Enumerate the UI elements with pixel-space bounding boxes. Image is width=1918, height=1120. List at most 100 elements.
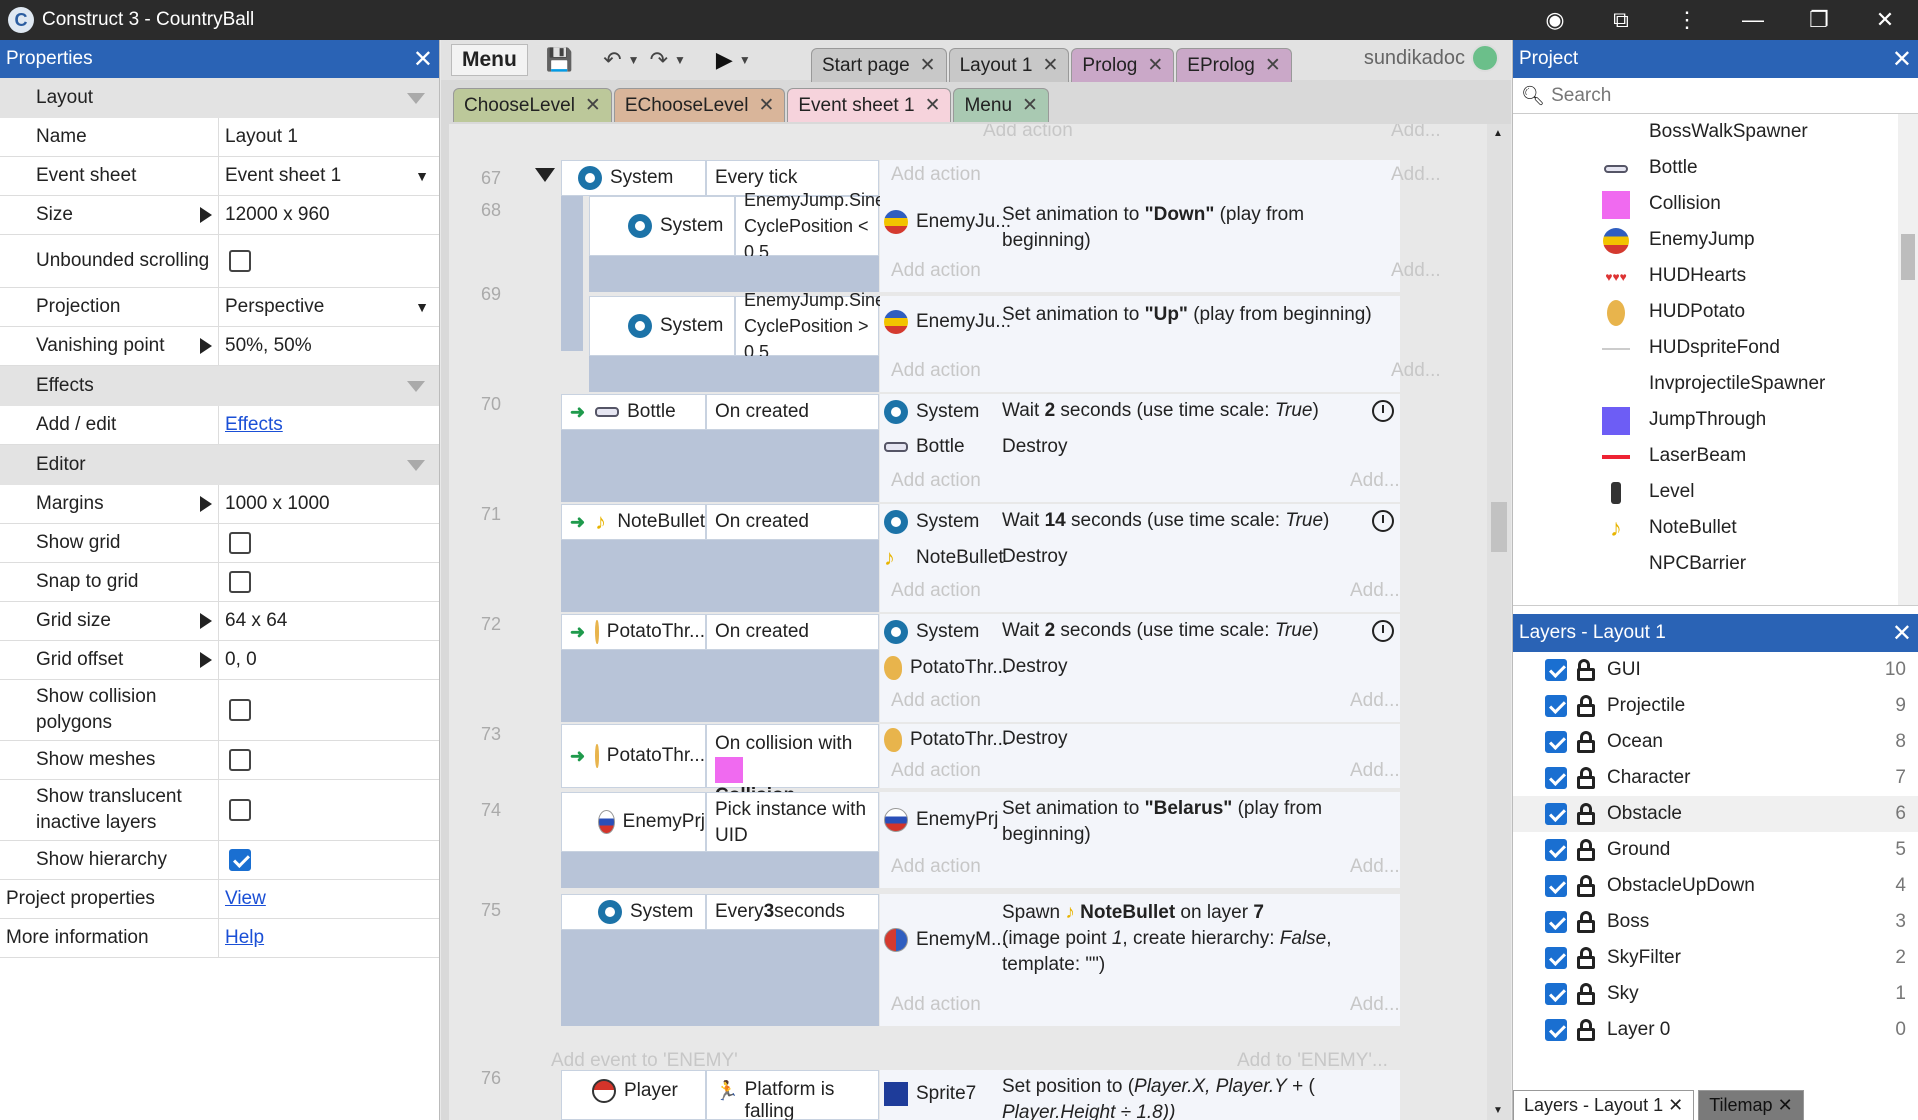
project-scrollbar[interactable] — [1898, 114, 1918, 605]
project-item[interactable]: Bottle — [1513, 150, 1918, 186]
scrollbar-thumb[interactable] — [1901, 234, 1915, 280]
puzzle-icon[interactable]: ⧉ — [1588, 0, 1654, 40]
close-icon[interactable]: ✕ — [1668, 1095, 1683, 1115]
close-icon[interactable]: ✕ — [1778, 1095, 1793, 1115]
unlock-icon[interactable] — [1577, 1019, 1595, 1041]
close-icon[interactable]: ✕ — [1265, 54, 1281, 77]
add-action-more[interactable]: Add... — [1391, 260, 1441, 282]
project-item[interactable]: Collision — [1513, 186, 1918, 222]
redo-icon[interactable]: ↷ — [650, 47, 668, 73]
tab-echooselevel[interactable]: EChooseLevel ✕ — [613, 88, 786, 122]
action-object[interactable]: System — [884, 510, 979, 534]
search-input[interactable]: 🔍︎ Search — [1513, 78, 1918, 114]
layer-row[interactable]: GUI 10 — [1513, 652, 1918, 688]
action-object[interactable]: EnemyM... — [884, 928, 1007, 952]
condition-object[interactable]: System — [561, 160, 706, 196]
close-icon[interactable]: ✕ — [1043, 54, 1059, 77]
project-item[interactable]: ♥♥♥ HUDHearts — [1513, 258, 1918, 294]
layer-visible-checkbox[interactable] — [1545, 659, 1567, 681]
action-object[interactable]: System — [884, 400, 979, 424]
add-action-more[interactable]: Add... — [1391, 124, 1441, 142]
collapse-icon[interactable] — [407, 459, 425, 471]
condition-object[interactable]: EnemyPrj — [561, 792, 706, 852]
close-icon[interactable]: ✕ — [1892, 619, 1912, 648]
layer-row[interactable]: Layer 0 0 — [1513, 1012, 1918, 1048]
action-object[interactable]: Sprite7 — [884, 1082, 976, 1106]
expand-arrow-icon[interactable] — [200, 496, 212, 512]
play-dropdown-icon[interactable]: ▼ — [739, 53, 751, 67]
prop-gridsize-value[interactable]: 64 x 64 — [219, 606, 439, 636]
scrollbar-thumb[interactable] — [1491, 502, 1507, 552]
expand-arrow-icon[interactable] — [200, 207, 212, 223]
action-object[interactable]: PotatoThr... — [884, 656, 1008, 680]
effects-link[interactable]: Effects — [225, 414, 283, 436]
action-text[interactable]: Destroy — [1002, 728, 1067, 750]
action-text[interactable]: Set animation to "Belarus" (play from be… — [1002, 796, 1392, 848]
add-action-more[interactable]: Add... — [1350, 856, 1400, 878]
add-action-more[interactable]: Add... — [1391, 360, 1441, 382]
tab-layout-1[interactable]: Layout 1 ✕ — [948, 48, 1070, 82]
layer-visible-checkbox[interactable] — [1545, 695, 1567, 717]
layer-row[interactable]: Sky 1 — [1513, 976, 1918, 1012]
project-item[interactable]: HUDspriteFond — [1513, 330, 1918, 366]
project-item[interactable]: ♪ NoteBullet — [1513, 510, 1918, 546]
show-translucent-checkbox[interactable] — [229, 799, 251, 821]
close-icon[interactable]: ✕ — [413, 45, 433, 74]
unlock-icon[interactable] — [1577, 731, 1595, 753]
project-item[interactable]: LaserBeam — [1513, 438, 1918, 474]
action-object[interactable]: EnemyPrj — [884, 808, 998, 832]
layer-row[interactable]: ObstacleUpDown 4 — [1513, 868, 1918, 904]
prop-vanishing-value[interactable]: 50%, 50% — [219, 331, 439, 361]
condition-text[interactable]: EnemyJump.Sine. CyclePosition < 0.5 — [735, 190, 890, 262]
action-text[interactable]: Set position to (Player.X, Player.Y + (P… — [1002, 1074, 1392, 1120]
layer-row[interactable]: Character 7 — [1513, 760, 1918, 796]
project-item[interactable]: Level — [1513, 474, 1918, 510]
condition-object[interactable]: System — [589, 196, 735, 256]
action-text[interactable]: Wait 2 seconds (use time scale: True) — [1002, 620, 1319, 642]
add-action-more[interactable]: Add... — [1350, 994, 1400, 1016]
tab-layers[interactable]: Layers - Layout 1 ✕ — [1513, 1090, 1695, 1120]
layer-visible-checkbox[interactable] — [1545, 803, 1567, 825]
action-text[interactable]: Destroy — [1002, 546, 1067, 568]
layer-visible-checkbox[interactable] — [1545, 947, 1567, 969]
action-text[interactable]: Destroy — [1002, 656, 1067, 678]
close-icon[interactable]: ✕ — [758, 94, 774, 117]
lock-icon[interactable] — [1577, 659, 1595, 681]
project-item[interactable]: InvprojectileSpawner — [1513, 366, 1918, 402]
project-item[interactable]: NPCBarrier — [1513, 546, 1918, 582]
condition-text[interactable]: EnemyJump.Sine. CyclePosition > 0.5 — [735, 290, 890, 362]
close-icon[interactable]: ✕ — [1147, 54, 1163, 77]
project-item[interactable]: EnemyJump — [1513, 222, 1918, 258]
action-text[interactable]: Wait 14 seconds (use time scale: True) — [1002, 510, 1329, 532]
layer-visible-checkbox[interactable] — [1545, 911, 1567, 933]
prop-gridoffset-value[interactable]: 0, 0 — [219, 645, 439, 675]
undo-icon[interactable]: ↶ — [603, 47, 621, 73]
show-collision-checkbox[interactable] — [229, 699, 251, 721]
action-row[interactable]: EnemyJu... Set animation to "Down" (play… — [880, 196, 1400, 256]
tab-chooselevel[interactable]: ChooseLevel ✕ — [453, 88, 612, 122]
condition-text[interactable]: On created — [706, 614, 879, 650]
prop-projection-select[interactable]: Perspective ▼ — [219, 292, 439, 322]
close-icon[interactable]: ✕ — [920, 54, 936, 77]
project-item[interactable]: JumpThrough — [1513, 402, 1918, 438]
condition-object[interactable]: ➜ PotatoThr... — [561, 614, 706, 650]
add-action-more[interactable]: Add... — [1350, 470, 1400, 492]
save-icon[interactable]: 💾 — [546, 47, 573, 73]
prop-eventsheet-select[interactable]: Event sheet 1 ▼ — [219, 161, 439, 191]
group-editor[interactable]: Editor — [0, 445, 439, 485]
close-icon[interactable]: ✕ — [1892, 45, 1912, 74]
condition-text[interactable]: Every 3 seconds — [706, 894, 879, 930]
close-icon[interactable]: ✕ — [1852, 0, 1918, 40]
layer-visible-checkbox[interactable] — [1545, 875, 1567, 897]
scroll-down-icon[interactable]: ▼ — [1493, 1105, 1503, 1116]
project-item[interactable]: BossWalkSpawner — [1513, 114, 1918, 150]
scroll-up-icon[interactable]: ▲ — [1493, 128, 1503, 139]
expand-arrow-icon[interactable] — [200, 652, 212, 668]
tab-prolog[interactable]: Prolog ✕ — [1071, 48, 1175, 82]
tab-event-sheet-1[interactable]: Event sheet 1 ✕ — [787, 88, 952, 122]
action-object[interactable]: ♪ NoteBullet — [884, 546, 1004, 570]
condition-object[interactable]: Player — [561, 1070, 706, 1120]
snap-grid-checkbox[interactable] — [229, 571, 251, 593]
unlock-icon[interactable] — [1577, 875, 1595, 897]
add-action-link[interactable]: Add action — [891, 164, 981, 186]
